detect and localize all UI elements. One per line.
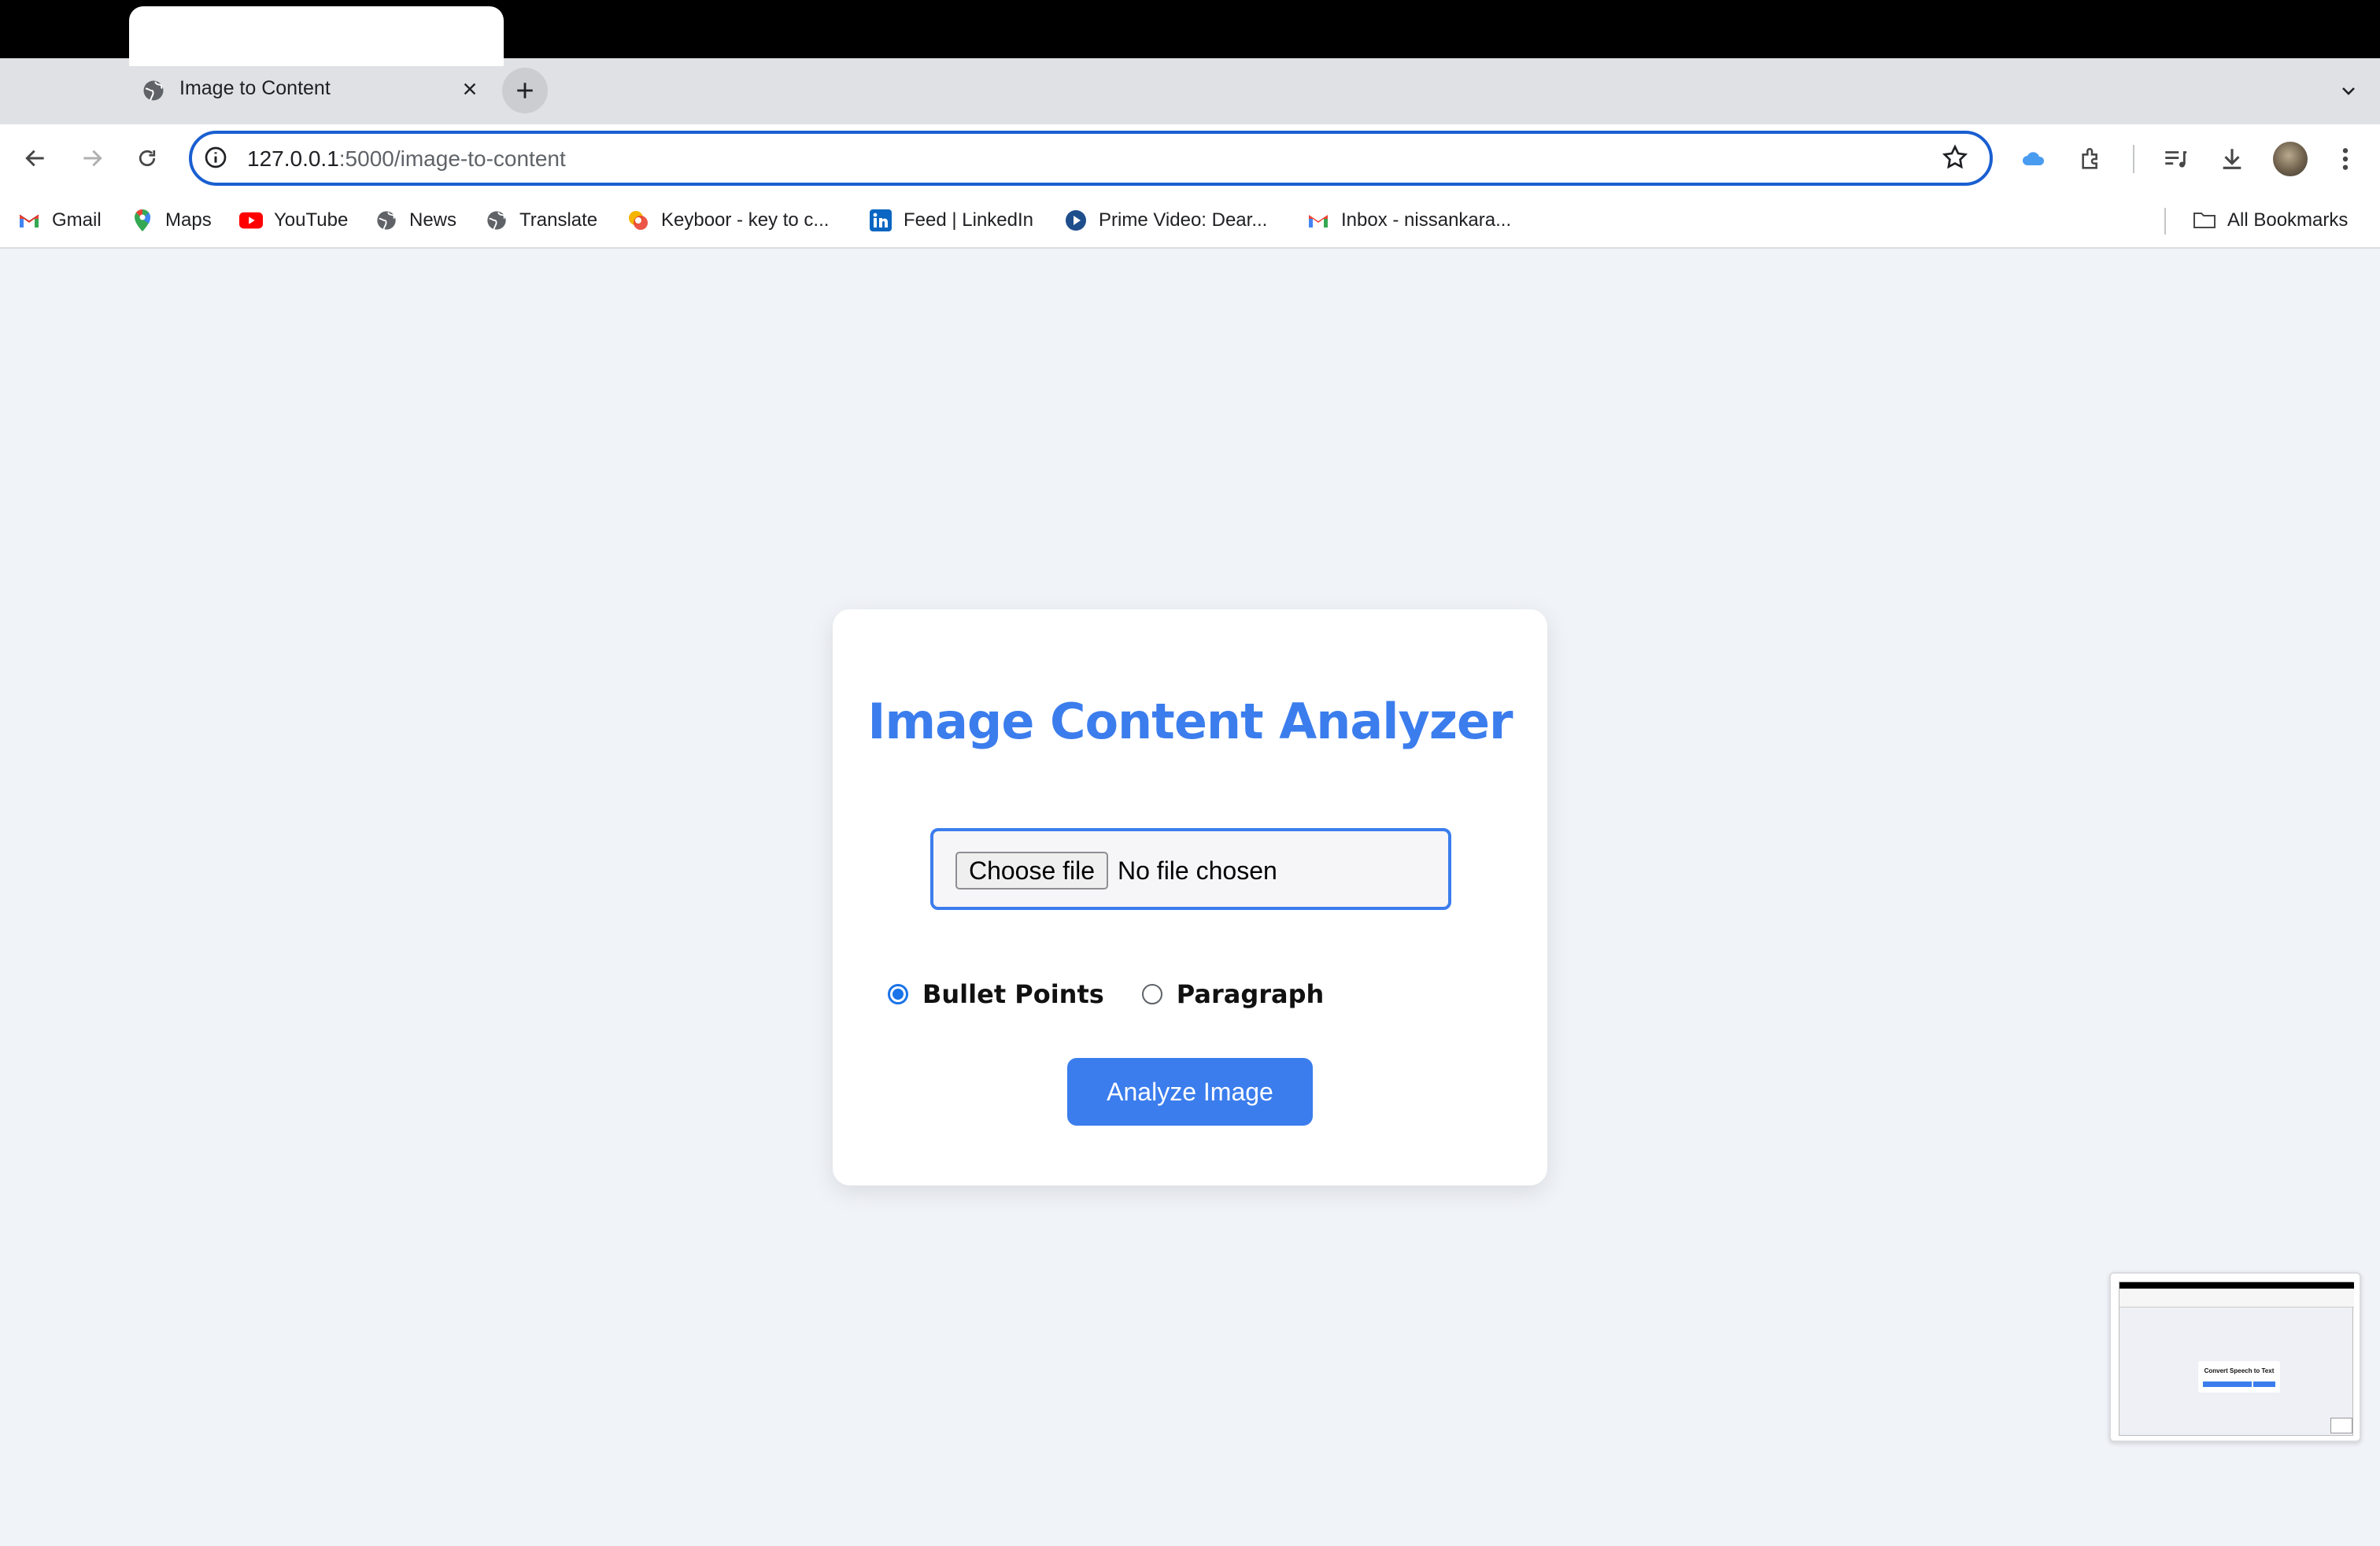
choose-file-button[interactable]: Choose file bbox=[955, 852, 1108, 890]
maps-icon bbox=[131, 209, 154, 232]
address-url: 127.0.0.1:5000/image-to-content bbox=[247, 146, 566, 172]
bookmark-youtube[interactable]: YouTube bbox=[239, 206, 348, 235]
extensions-icon[interactable] bbox=[2075, 142, 2109, 176]
all-bookmarks-label: All Bookmarks bbox=[2227, 209, 2349, 231]
bookmark-label: Prime Video: Dear... bbox=[1099, 209, 1268, 231]
bookmark-inbox[interactable]: Inbox - nissankara... bbox=[1306, 206, 1511, 235]
folder-icon bbox=[2193, 209, 2216, 232]
bookmark-linkedin[interactable]: Feed | LinkedIn bbox=[869, 206, 1033, 235]
linkedin-icon bbox=[869, 209, 893, 232]
globe-icon bbox=[375, 209, 398, 232]
radio-label-bullet-points[interactable]: Bullet Points bbox=[922, 979, 1104, 1009]
all-bookmarks-button[interactable]: All Bookmarks bbox=[2193, 206, 2348, 235]
tab-strip bbox=[0, 58, 2380, 124]
avatar[interactable] bbox=[2273, 142, 2308, 176]
address-host: 127.0.0.1 bbox=[247, 146, 339, 171]
download-icon[interactable] bbox=[2215, 142, 2249, 176]
bookmark-prime-video[interactable]: Prime Video: Dear... bbox=[1064, 206, 1267, 235]
youtube-icon bbox=[239, 209, 263, 232]
thumbnail-card: Convert Speech to Text bbox=[2198, 1361, 2280, 1393]
site-info-icon[interactable] bbox=[203, 145, 230, 172]
prime-video-icon bbox=[1064, 209, 1088, 232]
globe-icon bbox=[485, 209, 508, 232]
bookmark-label: Keyboor - key to c... bbox=[661, 209, 830, 231]
chevron-down-icon[interactable] bbox=[2334, 77, 2363, 105]
bookmark-label: Feed | LinkedIn bbox=[904, 209, 1034, 231]
bookmark-label: Translate bbox=[519, 209, 598, 231]
output-format-options: Bullet Points Paragraph bbox=[888, 975, 1324, 1014]
new-tab-button[interactable] bbox=[502, 68, 548, 113]
page-title: Image Content Analyzer bbox=[867, 693, 1513, 750]
address-path: :5000/image-to-content bbox=[338, 146, 566, 171]
bookmark-news[interactable]: News bbox=[375, 206, 456, 235]
keyboor-icon bbox=[626, 209, 650, 232]
bookmarks-separator bbox=[2164, 208, 2166, 235]
file-input[interactable]: Choose file No file chosen bbox=[930, 828, 1451, 910]
bookmark-label: YouTube bbox=[274, 209, 349, 231]
radio-bullet-points[interactable] bbox=[888, 984, 908, 1004]
thumbnail-title: Convert Speech to Text bbox=[2204, 1367, 2275, 1374]
thumbnail-screen: Convert Speech to Text bbox=[2119, 1282, 2354, 1436]
back-icon[interactable] bbox=[16, 139, 55, 178]
bookmark-label: News bbox=[409, 209, 457, 231]
analyzer-card: Image Content Analyzer Choose file No fi… bbox=[833, 609, 1547, 1185]
plus-icon bbox=[517, 83, 533, 98]
bookmark-label: Gmail bbox=[52, 209, 102, 231]
radio-label-paragraph[interactable]: Paragraph bbox=[1177, 979, 1325, 1009]
file-status: No file chosen bbox=[1118, 856, 1277, 885]
analyze-image-button[interactable]: Analyze Image bbox=[1067, 1058, 1313, 1126]
bookmark-keyboor[interactable]: Keyboor - key to c... bbox=[626, 206, 829, 235]
radio-paragraph[interactable] bbox=[1141, 984, 1162, 1004]
screenshot-preview-thumbnail[interactable]: Convert Speech to Text bbox=[2109, 1272, 2361, 1442]
star-icon[interactable] bbox=[1941, 143, 1971, 173]
tab-title: Image to Content bbox=[179, 77, 331, 99]
bookmark-label: Inbox - nissankara... bbox=[1341, 209, 1512, 231]
media-queue-icon[interactable] bbox=[2158, 142, 2193, 176]
forward-icon[interactable] bbox=[72, 139, 112, 178]
cloud-icon[interactable] bbox=[2016, 142, 2051, 176]
bookmark-translate[interactable]: Translate bbox=[485, 206, 597, 235]
bookmark-maps[interactable]: Maps bbox=[131, 206, 212, 235]
bookmark-gmail[interactable]: Gmail bbox=[17, 206, 102, 235]
more-menu-icon[interactable] bbox=[2328, 142, 2363, 176]
toolbar-separator bbox=[2133, 145, 2134, 173]
gmail-icon bbox=[1306, 209, 1330, 232]
globe-icon bbox=[142, 79, 165, 102]
reload-icon[interactable] bbox=[128, 139, 167, 178]
gmail-icon bbox=[17, 209, 41, 232]
tab-image-to-content[interactable] bbox=[129, 6, 504, 66]
close-icon[interactable] bbox=[456, 76, 483, 102]
bookmark-label: Maps bbox=[165, 209, 212, 231]
